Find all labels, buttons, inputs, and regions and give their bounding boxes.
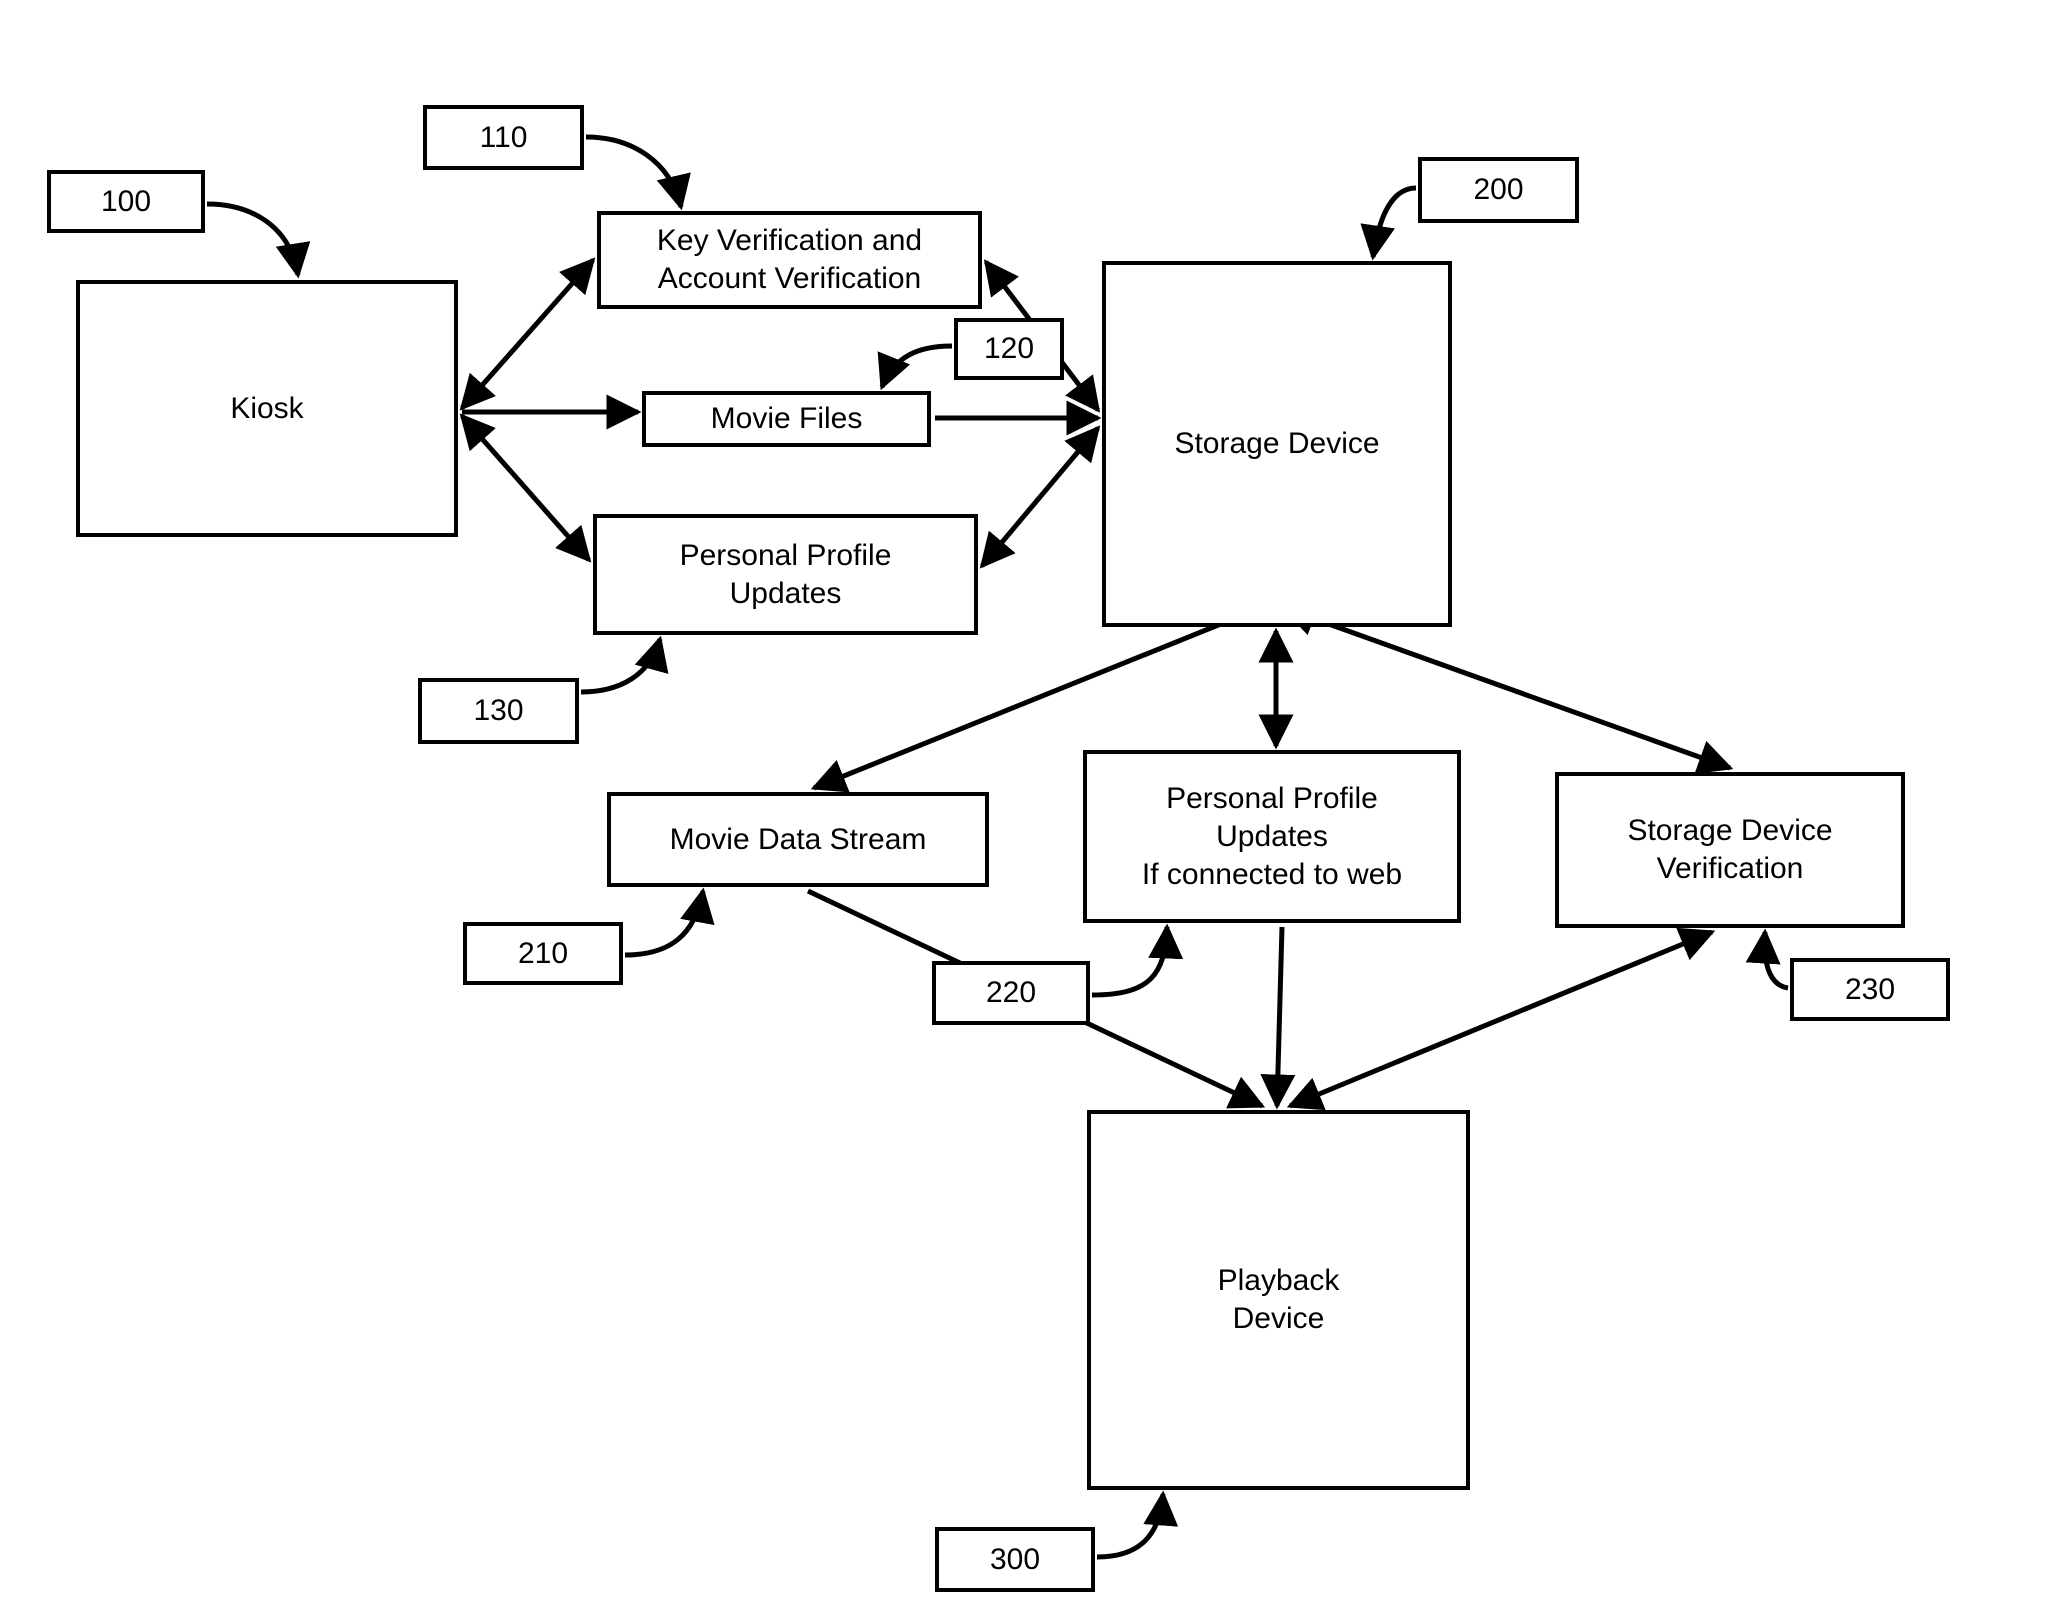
ref-100: 100 — [47, 170, 205, 233]
profile-updates-web-node: Personal Profile Updates If connected to… — [1083, 750, 1461, 923]
key-verification-node: Key Verification and Account Verificatio… — [597, 211, 982, 309]
edge-kiosk-profileupdates — [459, 413, 592, 563]
profile-updates-web-label: Personal Profile Updates If connected to… — [1141, 781, 1403, 891]
ref-120-label: 120 — [983, 332, 1035, 365]
playback-device-label: Playback Device — [1217, 1264, 1340, 1335]
edge-profileweb-playback — [1260, 926, 1296, 1110]
ref-120: 120 — [954, 318, 1064, 380]
movie-data-stream-node: Movie Data Stream — [607, 792, 989, 887]
profile-updates-kiosk-node: Personal Profile Updates — [593, 514, 978, 635]
edge-verification-playback — [1286, 927, 1716, 1111]
profile-updates-kiosk-label: Personal Profile Updates — [679, 538, 892, 610]
edge-storage-verification — [1280, 602, 1734, 774]
edge-profileupdates-storage — [979, 425, 1101, 569]
diagram-canvas: Kiosk Key Verification and Account Verif… — [0, 0, 2048, 1620]
kiosk-label: Kiosk — [230, 391, 304, 425]
leader-130 — [580, 635, 669, 695]
ref-200: 200 — [1418, 157, 1579, 223]
ref-200-label: 200 — [1473, 173, 1524, 206]
storage-verification-label: Storage Device Verification — [1627, 814, 1833, 885]
ref-130-label: 130 — [473, 694, 524, 727]
playback-device-node: Playback Device — [1087, 1110, 1470, 1490]
movie-data-stream-label: Movie Data Stream — [669, 822, 927, 856]
leader-200 — [1360, 185, 1417, 261]
ref-300: 300 — [935, 1527, 1095, 1592]
edge-kiosk-keyverification — [459, 257, 596, 411]
storage-device-label: Storage Device — [1174, 427, 1380, 460]
ref-210-label: 210 — [517, 936, 569, 970]
storage-device-node: Storage Device — [1102, 261, 1452, 627]
ref-220: 220 — [932, 961, 1090, 1025]
ref-130: 130 — [418, 678, 579, 744]
leader-110 — [585, 134, 691, 211]
ref-100-label: 100 — [100, 184, 152, 218]
ref-110-label: 110 — [479, 120, 528, 154]
ref-210: 210 — [463, 922, 623, 985]
leader-220 — [1091, 923, 1184, 998]
movie-files-node: Movie Files — [642, 391, 931, 447]
ref-300-label: 300 — [989, 1542, 1041, 1576]
key-verification-label: Key Verification and Account Verificatio… — [656, 224, 923, 295]
ref-230-label: 230 — [1844, 972, 1896, 1006]
leader-230 — [1745, 928, 1789, 991]
leader-120 — [877, 343, 953, 391]
leader-210 — [624, 887, 715, 958]
kiosk-node: Kiosk — [76, 280, 458, 537]
leader-100 — [206, 201, 311, 279]
ref-110: 110 — [423, 105, 584, 170]
ref-220-label: 220 — [985, 976, 1037, 1009]
storage-verification-node: Storage Device Verification — [1555, 772, 1905, 928]
leader-300 — [1096, 1490, 1179, 1560]
ref-230: 230 — [1790, 958, 1950, 1021]
movie-files-label: Movie Files — [710, 402, 863, 435]
